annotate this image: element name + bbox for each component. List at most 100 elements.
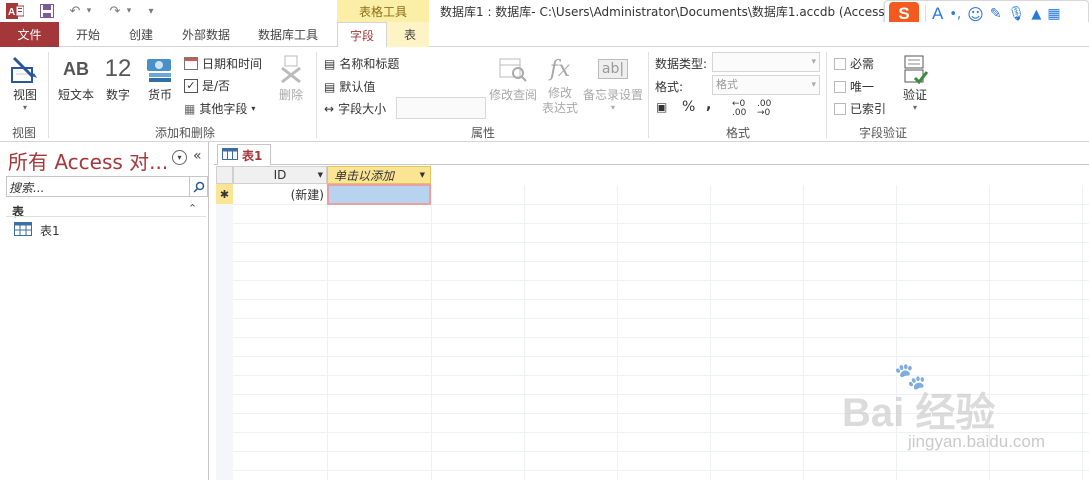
- format-select[interactable]: 格式 ▾: [712, 75, 820, 95]
- nav-item-table1[interactable]: 表1: [14, 222, 60, 239]
- table-tools-context-label: 表格工具: [337, 0, 429, 22]
- more-fields-button[interactable]: ▦ 其他字段 ▾: [184, 100, 255, 117]
- memo-settings-dropdown-icon: ▾: [610, 103, 615, 112]
- data-type-select[interactable]: ▾: [712, 52, 820, 72]
- yes-no-button[interactable]: ✓ 是/否: [184, 77, 230, 94]
- grid-line: [233, 223, 1089, 224]
- increase-decimals-button[interactable]: ←0 .00: [732, 100, 750, 118]
- grid-line: [803, 185, 804, 480]
- access-app-icon[interactable]: A: [6, 2, 24, 20]
- ribbon-separator: [826, 52, 827, 138]
- required-checkbox[interactable]: 必需: [834, 55, 874, 72]
- group-label-formatting: 格式: [725, 126, 750, 140]
- new-row-selected-cell[interactable]: [327, 184, 431, 205]
- tab-database-tools[interactable]: 数据库工具: [248, 22, 328, 47]
- tab-fields[interactable]: 字段: [337, 22, 387, 48]
- nav-item-label: 表1: [40, 224, 60, 238]
- tab-external-data[interactable]: 外部数据: [172, 22, 240, 47]
- section-collapse-icon[interactable]: ⌃: [188, 202, 197, 215]
- collapse-nav-icon[interactable]: «: [193, 148, 202, 164]
- ime-divider: [925, 5, 926, 23]
- more-fields-dropdown-icon: ▾: [251, 104, 256, 113]
- more-fields-icon: ▦: [184, 101, 196, 116]
- field-size-icon: ↔: [324, 101, 335, 116]
- format-label: 格式:: [655, 80, 684, 94]
- save-icon[interactable]: [38, 2, 56, 20]
- group-label-properties: 属性: [470, 126, 495, 140]
- new-record-selector[interactable]: ✱: [216, 184, 233, 204]
- date-time-button[interactable]: 日期和时间: [184, 55, 262, 72]
- redo-dropdown-icon[interactable]: ▾: [120, 2, 138, 20]
- short-text-button[interactable]: AB 短文本: [56, 52, 96, 103]
- modify-lookups-button[interactable]: 修改查阅: [488, 52, 538, 103]
- document-tab-table1[interactable]: 表1: [217, 144, 271, 165]
- new-row-id-cell[interactable]: (新建): [233, 184, 327, 204]
- validation-dropdown-icon: ▾: [912, 103, 917, 112]
- column-header-id[interactable]: ID ▼: [233, 166, 327, 184]
- tab-file[interactable]: 文件: [0, 22, 59, 47]
- emoji-icon[interactable]: ☺: [967, 5, 984, 24]
- column-header-click-to-add[interactable]: 单击以添加 ▼: [327, 166, 431, 184]
- toolbox-icon[interactable]: ▦: [1047, 6, 1060, 22]
- unique-checkbox-box: [834, 80, 846, 93]
- ribbon-separator: [48, 52, 49, 138]
- modify-expression-label-2: 表达式: [541, 101, 578, 115]
- shirt-icon[interactable]: ▲: [1031, 7, 1041, 22]
- nav-section-tables[interactable]: 表: [12, 203, 24, 220]
- name-caption-button[interactable]: ▤ 名称和标题: [324, 55, 399, 72]
- grid-line: [233, 375, 1089, 376]
- delete-field-button[interactable]: 删除: [276, 52, 306, 103]
- font-a-icon[interactable]: A: [932, 4, 943, 24]
- view-design-icon: [10, 52, 40, 86]
- modify-expression-button[interactable]: fx 修改 表达式: [540, 52, 580, 116]
- indexed-checkbox-box: [834, 102, 846, 115]
- grid-line: [233, 261, 1089, 262]
- tab-home[interactable]: 开始: [64, 22, 112, 47]
- nav-pane-title[interactable]: 所有 Access 对...: [8, 146, 168, 175]
- select-all-corner[interactable]: [216, 166, 233, 184]
- customize-quick-access-icon[interactable]: ▾: [142, 2, 160, 20]
- chevron-down-icon: ▾: [811, 80, 816, 90]
- default-value-label: 默认值: [339, 80, 376, 94]
- punctuation-icon[interactable]: •,: [949, 7, 961, 22]
- search-icon[interactable]: [189, 177, 207, 196]
- window-title: 数据库1 : 数据库- C:\Users\Administrator\Docum…: [440, 5, 885, 19]
- grid-line: [431, 185, 432, 480]
- currency-button[interactable]: 货币: [142, 52, 178, 103]
- skin-icon[interactable]: ✎: [990, 6, 1002, 22]
- delete-label: 删除: [278, 88, 303, 102]
- svg-text:A: A: [8, 7, 15, 18]
- view-button[interactable]: 视图 ▾: [6, 52, 44, 112]
- default-value-button[interactable]: ▤ 默认值: [324, 78, 375, 95]
- decrease-decimals-button[interactable]: .00 →0: [757, 100, 775, 118]
- nav-menu-dropdown-icon[interactable]: ▾: [172, 150, 187, 165]
- unique-label: 唯一: [850, 80, 875, 94]
- indexed-checkbox[interactable]: 已索引: [834, 100, 886, 117]
- field-size-input[interactable]: [396, 97, 486, 119]
- currency-format-button[interactable]: ▣: [656, 100, 667, 114]
- comma-format-button[interactable]: ,: [706, 97, 711, 113]
- chevron-down-icon[interactable]: ▼: [420, 171, 425, 179]
- data-type-label: 数据类型:: [655, 57, 708, 71]
- grid-line: [1082, 185, 1083, 480]
- tab-table[interactable]: 表: [392, 22, 428, 47]
- validation-button[interactable]: 验证 ▾: [898, 52, 932, 112]
- table-icon: [14, 222, 32, 239]
- grid-line: [233, 242, 1089, 243]
- percent-format-button[interactable]: %: [682, 99, 695, 115]
- currency-icon: [145, 52, 175, 86]
- short-text-label: 短文本: [57, 88, 94, 102]
- number-button[interactable]: 12 数字: [100, 52, 136, 103]
- document-tab-label: 表1: [242, 148, 263, 163]
- chevron-down-icon[interactable]: ▼: [318, 171, 323, 179]
- tab-create[interactable]: 创建: [116, 22, 166, 47]
- undo-dropdown-icon[interactable]: ▾: [80, 2, 98, 20]
- column-header-add-label: 单击以添加: [334, 168, 395, 183]
- required-label: 必需: [850, 57, 875, 71]
- column-header-id-label: ID: [273, 168, 287, 182]
- grid-line: [233, 356, 1089, 357]
- memo-settings-button[interactable]: ab| 备忘录设置 ▾: [582, 52, 644, 112]
- unique-checkbox[interactable]: 唯一: [834, 78, 874, 95]
- microphone-icon[interactable]: 🎙: [1008, 6, 1026, 22]
- number-icon: 12: [104, 55, 132, 82]
